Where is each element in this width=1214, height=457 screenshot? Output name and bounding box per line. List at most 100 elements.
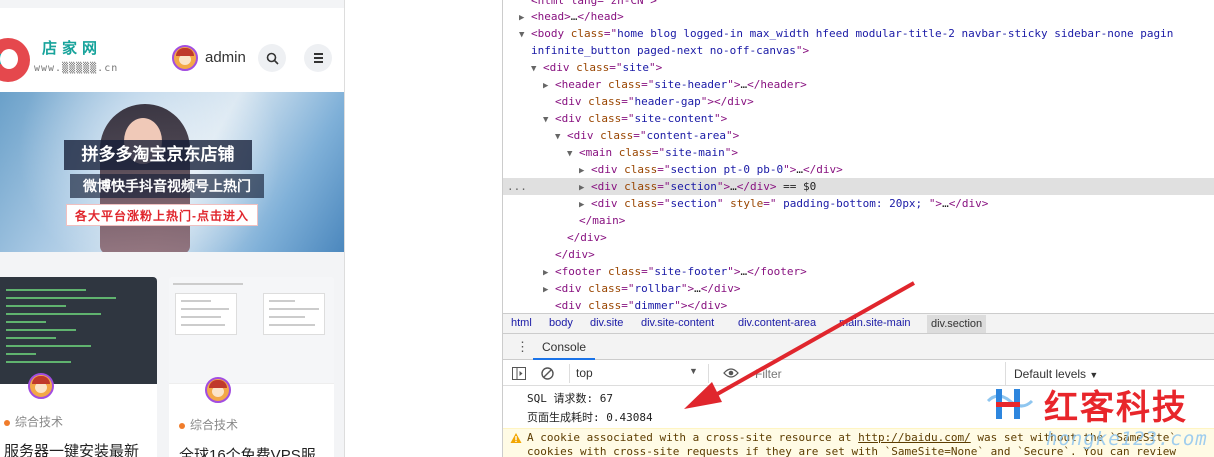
dom-token: style	[730, 197, 764, 210]
terminal-line	[6, 305, 66, 307]
tab-console[interactable]: Console	[533, 334, 596, 360]
dom-token: site-footer	[654, 265, 728, 278]
author-avatar[interactable]	[28, 373, 54, 399]
dom-token: ="	[603, 27, 618, 40]
post-title[interactable]: 服务器一键安装最新	[4, 440, 139, 457]
dom-token: </div>	[736, 180, 777, 193]
post-card[interactable]: 综合技术 服务器一键安装最新	[0, 277, 157, 457]
dom-token: "	[716, 197, 731, 210]
console-log-line: 页面生成耗时: 0.43084	[527, 411, 653, 424]
log-levels-dropdown[interactable]: Default levels ▼	[1005, 362, 1214, 386]
thumbnail-line	[269, 316, 305, 318]
dom-node-content: </div>	[555, 229, 607, 246]
expand-toggle-icon[interactable]: ▼	[555, 129, 567, 146]
dom-token: ">	[680, 282, 695, 295]
post-title[interactable]: 全球16个免费VPS服	[179, 444, 316, 457]
dom-token: dimmer	[634, 299, 675, 312]
log-levels-label: Default levels	[1014, 367, 1087, 381]
dom-token: rollbar	[634, 282, 681, 295]
dom-token: <header	[555, 78, 608, 91]
dom-token: ="	[657, 163, 671, 176]
banner-cta-button[interactable]: 各大平台涨粉上热门-点击进入	[66, 204, 258, 226]
dom-node-content: ▶ <div class="section" style=" padding-bo…	[579, 195, 988, 214]
breadcrumb-item[interactable]: div.site	[590, 317, 623, 329]
dom-node-selected[interactable]: ... ▶ <div class="section">…</div> == $0	[503, 178, 1214, 195]
eye-icon[interactable]	[723, 367, 739, 379]
breadcrumb-item[interactable]: html	[511, 317, 532, 329]
dom-token: ="	[641, 265, 655, 278]
thumbnail-line	[181, 308, 229, 310]
warning-link[interactable]: http://baidu.com/	[858, 431, 971, 444]
breadcrumb-item-current[interactable]: div.section	[927, 315, 987, 333]
warning-icon	[510, 433, 522, 443]
drawer-tabbar: ⋮ Console	[503, 334, 1214, 360]
breadcrumb-item[interactable]: main.site-main	[839, 317, 911, 329]
expand-toggle-icon[interactable]: ▼	[543, 112, 555, 129]
dom-token: <div	[555, 112, 589, 125]
post-category[interactable]: 综合技术	[179, 416, 238, 433]
dom-token: ="	[633, 129, 647, 142]
chevron-down-icon: ▼	[1089, 370, 1099, 380]
dom-token: class	[588, 282, 622, 295]
terminal-line	[6, 361, 71, 363]
breadcrumb-item[interactable]: body	[549, 317, 573, 329]
user-name[interactable]: admin	[205, 49, 246, 66]
user-avatar[interactable]	[172, 45, 198, 71]
breadcrumb-item[interactable]: div.content-area	[738, 317, 816, 329]
dom-node-content: </div>	[543, 246, 595, 263]
filter-input[interactable]	[755, 365, 1005, 383]
thumbnail-panel	[175, 293, 237, 335]
dom-token: ">	[727, 265, 741, 278]
dom-token: <div	[555, 299, 589, 312]
promo-banner[interactable]	[0, 92, 344, 252]
menu-button[interactable]	[304, 44, 332, 72]
dom-token: site-header	[654, 78, 728, 91]
menu-icon	[313, 53, 323, 63]
banner-subheadline: 微博快手抖音视频号上热门	[70, 174, 264, 198]
dom-token: </head>	[577, 10, 624, 23]
post-thumbnail[interactable]	[169, 277, 334, 384]
post-card[interactable]: 综合技术 全球16个免费VPS服	[169, 277, 334, 457]
dom-token: </div>	[802, 163, 843, 176]
context-select[interactable]: top	[569, 364, 709, 383]
sidebar-toggle-icon[interactable]	[512, 367, 526, 380]
selected-node-marker[interactable]: ...	[507, 178, 527, 195]
post-thumbnail[interactable]	[0, 277, 157, 384]
dom-token: class	[607, 265, 642, 278]
expand-toggle-icon[interactable]: ▼	[567, 146, 579, 163]
dom-token: "></div>	[674, 299, 728, 312]
dom-token: ">	[716, 180, 731, 193]
warning-text: A cookie associated with a cross-site re…	[527, 431, 859, 444]
breadcrumb-item[interactable]: div.site-content	[641, 317, 714, 329]
dom-token: …	[796, 163, 803, 176]
dom-token: ">	[649, 61, 663, 74]
dom-token: </header>	[747, 78, 807, 91]
dom-token: class	[600, 129, 634, 142]
dom-token: site-main	[665, 146, 725, 159]
dom-token: </main>	[579, 214, 626, 227]
terminal-line	[6, 337, 56, 339]
kebab-icon[interactable]: ⋮	[516, 339, 529, 355]
dom-token: ">	[724, 146, 738, 159]
elements-tree[interactable]: <html lang="zh-CN"> ▶ <head>…</head> ▼ <body…	[503, 0, 1214, 313]
dom-token: ="	[621, 282, 635, 295]
site-logo-name[interactable]: 店家网	[42, 37, 102, 58]
search-button[interactable]	[258, 44, 286, 72]
dom-token: </footer>	[747, 265, 807, 278]
thumbnail-line	[269, 300, 295, 302]
post-category[interactable]: 综合技术	[4, 413, 63, 430]
chevron-down-icon: ▼	[689, 366, 698, 376]
dom-token: <body	[531, 27, 571, 40]
clear-console-icon[interactable]	[541, 367, 554, 380]
dom-token: …	[942, 197, 949, 210]
author-avatar[interactable]	[205, 377, 231, 403]
dom-token: ">	[727, 78, 741, 91]
site-logo-icon[interactable]	[0, 38, 30, 82]
dom-token: class	[618, 146, 652, 159]
expand-toggle-icon[interactable]: ▼	[531, 61, 543, 78]
dom-token: class	[624, 180, 658, 193]
dom-token: class	[588, 299, 622, 312]
website-preview: 店家网 www.▒▒▒▒▒.cn admin 拼多多淘宝京东店铺 微博快手抖音视…	[0, 0, 345, 457]
banner-headline: 拼多多淘宝京东店铺	[64, 140, 252, 170]
category-dot	[4, 419, 10, 426]
